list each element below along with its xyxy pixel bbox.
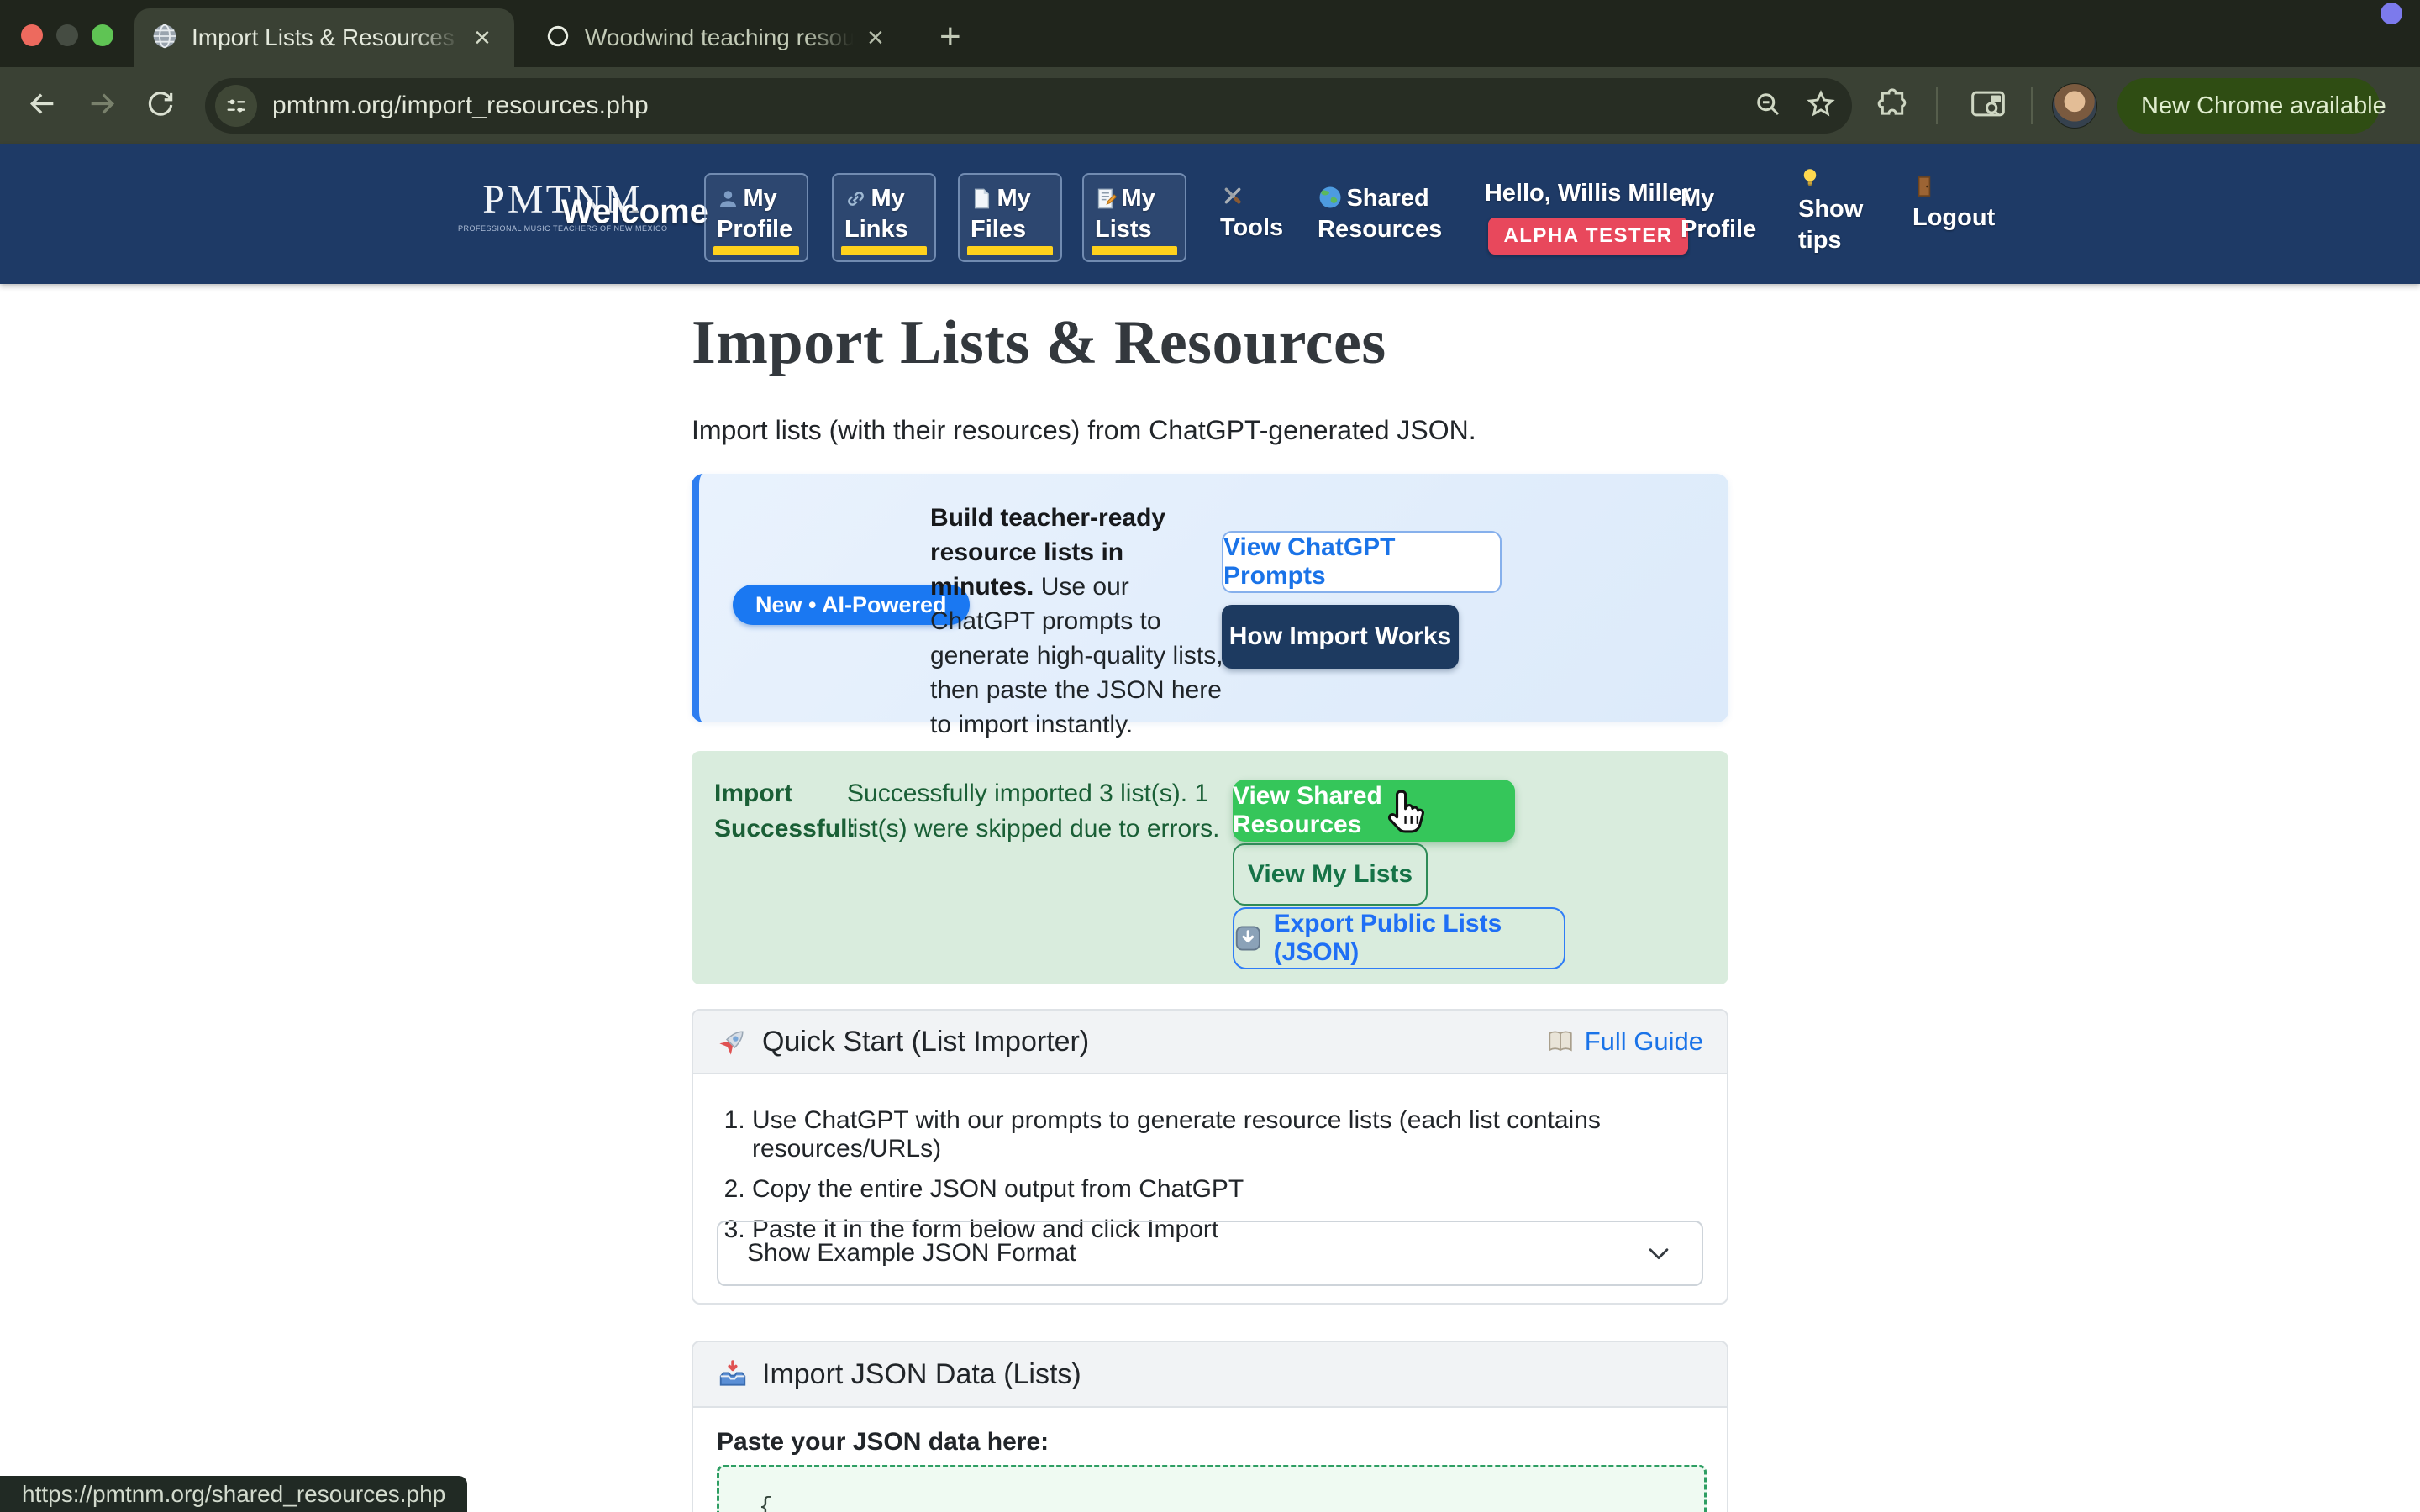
- reload-icon[interactable]: [145, 88, 176, 124]
- quick-start-header: Quick Start (List Importer) Full Guide: [693, 1011, 1727, 1074]
- full-guide-link[interactable]: Full Guide: [1546, 1026, 1703, 1057]
- tab-woodwind[interactable]: Woodwind teaching resource ×: [528, 8, 923, 67]
- book-icon: [1546, 1027, 1575, 1056]
- nav-tools-link[interactable]: Tools: [1220, 183, 1292, 244]
- person-icon: [717, 187, 739, 214]
- step-item: Copy the entire JSON output from ChatGPT: [752, 1175, 1703, 1204]
- show-example-json-toggle[interactable]: Show Example JSON Format: [717, 1221, 1703, 1286]
- notification-dot: [2381, 3, 2402, 24]
- page-title: Import Lists & Resources: [692, 307, 1386, 379]
- tab-import-lists[interactable]: Import Lists & Resources - PM ×: [134, 8, 514, 67]
- toolbar-separator: [2031, 87, 2033, 124]
- quick-start-steps: Use ChatGPT with our prompts to generate…: [693, 1074, 1727, 1244]
- import-success-message: Successfully imported 3 list(s). 1 list(…: [847, 776, 1244, 847]
- view-shared-resources-button[interactable]: View Shared Resources: [1233, 780, 1515, 842]
- side-panel-search-icon[interactable]: [1970, 87, 2007, 125]
- nav-logout-link[interactable]: Logout: [1912, 175, 1993, 234]
- new-tab-button[interactable]: +: [939, 18, 961, 55]
- tab-close-icon[interactable]: ×: [474, 24, 491, 52]
- bookmark-star-icon[interactable]: [1805, 88, 1837, 124]
- paste-json-label: Paste your JSON data here:: [717, 1428, 1049, 1457]
- zoom-window-button[interactable]: [92, 24, 113, 46]
- status-url: https://pmtnm.org/shared_resources.php: [22, 1481, 445, 1508]
- greeting-text: Hello, Willis Miller: [1475, 180, 1702, 207]
- json-input-textarea[interactable]: { "lists": [: [717, 1465, 1707, 1512]
- nav-my-files-card[interactable]: My Files: [958, 173, 1062, 262]
- screen: Import Lists & Resources - PM × Woodwind…: [0, 0, 2420, 1512]
- view-chatgpt-prompts-button[interactable]: View ChatGPT Prompts: [1222, 531, 1502, 593]
- page-subtitle: Import lists (with their resources) from…: [692, 415, 1476, 446]
- nav-my-profile-link[interactable]: My Profile: [1681, 183, 1763, 245]
- nav-my-profile-card[interactable]: My Profile: [704, 173, 808, 262]
- active-underline: [967, 246, 1053, 255]
- active-underline: [713, 246, 799, 255]
- tools-icon: [1220, 183, 1245, 213]
- extensions-puzzle-icon[interactable]: [1876, 87, 1909, 125]
- tab-strip: Import Lists & Resources - PM × Woodwind…: [0, 0, 2420, 67]
- import-json-title: Import JSON Data (Lists): [762, 1358, 1081, 1391]
- forward-icon[interactable]: [86, 87, 119, 125]
- alpha-tester-badge: ALPHA TESTER: [1488, 218, 1687, 255]
- memo-icon: [1095, 187, 1118, 214]
- welcome-text: Welcome: [561, 193, 708, 231]
- import-json-card: Import JSON Data (Lists) Paste your JSON…: [692, 1341, 1728, 1512]
- import-json-header: Import JSON Data (Lists): [693, 1342, 1727, 1408]
- tab-title: Import Lists & Resources - PM: [192, 24, 460, 51]
- import-success-label: Import Successful:: [714, 776, 855, 847]
- chevron-down-icon: [1644, 1239, 1673, 1268]
- quick-start-card: Quick Start (List Importer) Full Guide U…: [692, 1009, 1728, 1305]
- door-icon: [1912, 175, 1936, 202]
- file-icon: [971, 187, 993, 214]
- toolbar-separator: [1936, 87, 1938, 124]
- tab-title: Woodwind teaching resource: [585, 24, 854, 51]
- nav-shared-resources-link[interactable]: Shared Resources: [1318, 183, 1469, 245]
- url-bar[interactable]: pmtnm.org/import_resources.php: [205, 78, 1852, 134]
- active-underline: [841, 246, 927, 255]
- url-text: pmtnm.org/import_resources.php: [272, 92, 649, 120]
- nav-my-links-card[interactable]: My Links: [832, 173, 936, 262]
- nav-link-label: Tools: [1220, 214, 1283, 241]
- tab-close-icon[interactable]: ×: [867, 24, 884, 52]
- browser-toolbar: pmtnm.org/import_resources.php New Chrom…: [0, 67, 2420, 144]
- chrome-update-label: New Chrome available: [2141, 92, 2386, 120]
- step-item: Use ChatGPT with our prompts to generate…: [752, 1106, 1703, 1163]
- user-greeting: Hello, Willis Miller ALPHA TESTER: [1475, 180, 1702, 255]
- promo-text: Build teacher-ready resource lists in mi…: [930, 501, 1226, 742]
- nav-link-label: Logout: [1912, 204, 1995, 231]
- globe-icon: [1318, 185, 1343, 214]
- nav-link-label: Show tips: [1798, 196, 1863, 254]
- inbox-tray-icon: [717, 1358, 749, 1390]
- chatgpt-favicon-icon: [544, 23, 571, 54]
- how-import-works-button[interactable]: How Import Works: [1222, 605, 1459, 669]
- export-button-label: Export Public Lists (JSON): [1274, 910, 1564, 967]
- globe-favicon-icon: [151, 23, 178, 54]
- quick-start-title: Quick Start (List Importer): [762, 1026, 1089, 1058]
- nav-link-label: My Profile: [1681, 185, 1756, 243]
- active-underline: [1092, 246, 1177, 255]
- close-window-button[interactable]: [21, 24, 43, 46]
- import-success-panel: Import Successful: Successfully imported…: [692, 751, 1728, 984]
- link-preview-statusbar: https://pmtnm.org/shared_resources.php: [0, 1476, 467, 1512]
- minimize-window-button[interactable]: [56, 24, 78, 46]
- nav-show-tips-link[interactable]: Show tips: [1798, 166, 1869, 256]
- profile-avatar[interactable]: [2052, 83, 2097, 129]
- full-guide-label: Full Guide: [1585, 1026, 1703, 1057]
- chrome-update-button[interactable]: New Chrome available: [2118, 78, 2380, 134]
- site-navbar: PMTNM PROFESSIONAL MUSIC TEACHERS OF NEW…: [0, 144, 2420, 284]
- view-my-lists-button[interactable]: View My Lists: [1233, 843, 1428, 906]
- ai-promo-panel: New • AI-Powered Build teacher-ready res…: [692, 474, 1728, 722]
- link-icon: [844, 187, 867, 214]
- site-settings-icon[interactable]: [215, 85, 257, 127]
- toggle-label: Show Example JSON Format: [747, 1239, 1076, 1268]
- nav-my-lists-card[interactable]: My Lists: [1082, 173, 1186, 262]
- download-arrow-icon: [1234, 923, 1262, 953]
- rocket-icon: [717, 1026, 749, 1058]
- export-public-lists-button[interactable]: Export Public Lists (JSON): [1233, 907, 1565, 969]
- lightbulb-icon: [1798, 166, 1822, 194]
- zoom-out-icon[interactable]: [1753, 89, 1783, 123]
- back-icon[interactable]: [25, 87, 59, 125]
